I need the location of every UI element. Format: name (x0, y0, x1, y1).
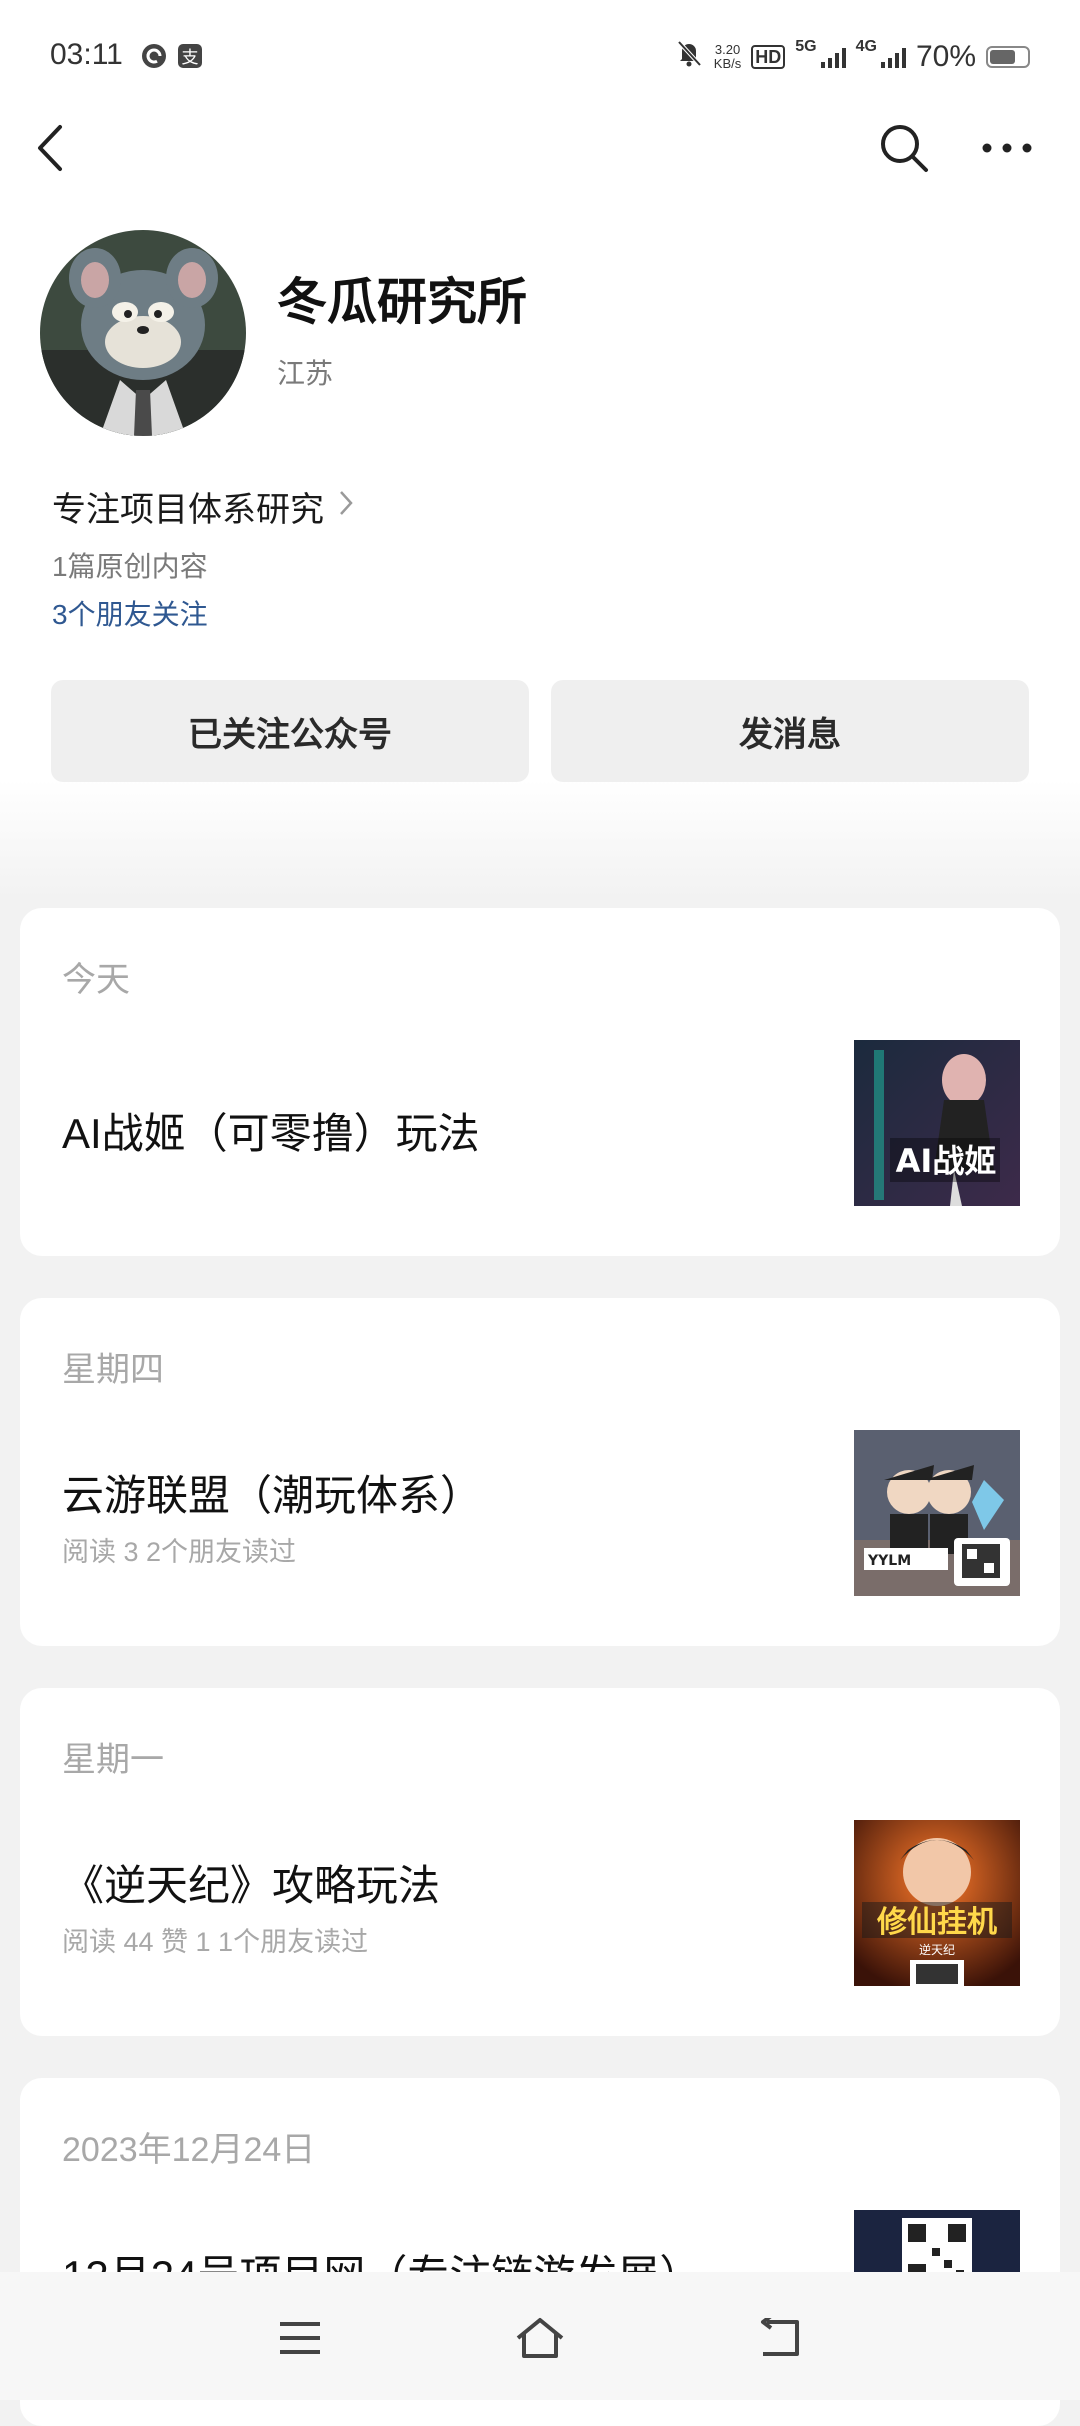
battery-icon (986, 46, 1030, 68)
article-meta: 阅读 44 赞 1 1个朋友读过 (62, 1927, 369, 1957)
article-date: 2023年12月24日 (62, 2131, 316, 2169)
article-date: 今天 (62, 961, 130, 999)
status-bar: 03:11 支 3.20 KB/s HD 5G 4G 70% (50, 38, 1030, 82)
article-title[interactable]: AI战姬（可零撸）玩法 (62, 1100, 480, 1161)
article-title[interactable]: 《逆天纪》攻略玩法 (62, 1852, 440, 1913)
menu-icon[interactable] (270, 2308, 330, 2368)
friends-follow-link[interactable]: 3个朋友关注 (52, 593, 208, 633)
follow-button[interactable]: 已关注公众号 (51, 680, 529, 782)
signal-icon: 5G (795, 38, 846, 68)
payment-status-icon: 支 (176, 42, 204, 70)
net-speed-value: 3.20 (714, 42, 741, 57)
mute-bell-icon (674, 38, 704, 76)
description-text: 专注项目体系研究 (52, 491, 324, 529)
thumbnail-subtext: 逆天纪 (919, 1942, 955, 1957)
battery-text: 70% (915, 40, 976, 73)
thumbnail-text: 修仙挂机 (876, 1905, 997, 1940)
article-thumbnail[interactable]: YYLM (854, 1430, 1020, 1596)
hd-badge: HD (751, 45, 786, 69)
original-count: 1篇原创内容 (52, 551, 208, 582)
net-type-4g: 4G (855, 38, 877, 55)
net-speed-unit: KB/s (713, 56, 742, 71)
avatar[interactable] (40, 230, 246, 436)
account-region: 江苏 (277, 358, 334, 389)
article-card[interactable]: 星期四 云游联盟（潮玩体系） 阅读 3 2个朋友读过 YYLM (20, 1298, 1060, 1646)
article-title[interactable]: 云游联盟（潮玩体系） (62, 1462, 482, 1523)
article-card[interactable]: 今天 AI战姬（可零撸）玩法 AI战姬 (20, 908, 1060, 1256)
back-nav-icon[interactable] (750, 2308, 810, 2368)
article-card[interactable]: 星期一 《逆天纪》攻略玩法 阅读 44 赞 1 1个朋友读过 修仙挂机 逆天纪 (20, 1688, 1060, 2036)
article-meta: 阅读 3 2个朋友读过 (62, 1537, 297, 1567)
net-speed: 3.20 KB/s (714, 43, 741, 71)
article-thumbnail[interactable]: AI战姬 (854, 1040, 1020, 1206)
article-thumbnail[interactable]: 修仙挂机 逆天纪 (854, 1820, 1020, 1986)
account-name: 冬瓜研究所 (277, 274, 527, 330)
back-icon[interactable] (22, 118, 82, 178)
thumbnail-text: YYLM (867, 1553, 911, 1569)
article-date: 星期一 (62, 1741, 164, 1779)
signal-icon-2: 4G (856, 38, 906, 68)
account-description[interactable]: 专注项目体系研究 (52, 482, 354, 531)
chevron-right-icon (338, 487, 354, 526)
app-status-icon (140, 42, 168, 70)
thumbnail-text: AI战姬 (896, 1142, 997, 1180)
home-icon[interactable] (510, 2308, 570, 2368)
svg-text:支: 支 (182, 48, 199, 68)
status-time: 03:11 (50, 38, 123, 71)
article-date: 星期四 (62, 1351, 164, 1389)
more-icon[interactable] (977, 118, 1037, 178)
search-icon[interactable] (874, 118, 934, 178)
system-nav-bar (0, 2272, 1080, 2400)
message-button[interactable]: 发消息 (551, 680, 1029, 782)
net-type-5g: 5G (795, 38, 817, 55)
